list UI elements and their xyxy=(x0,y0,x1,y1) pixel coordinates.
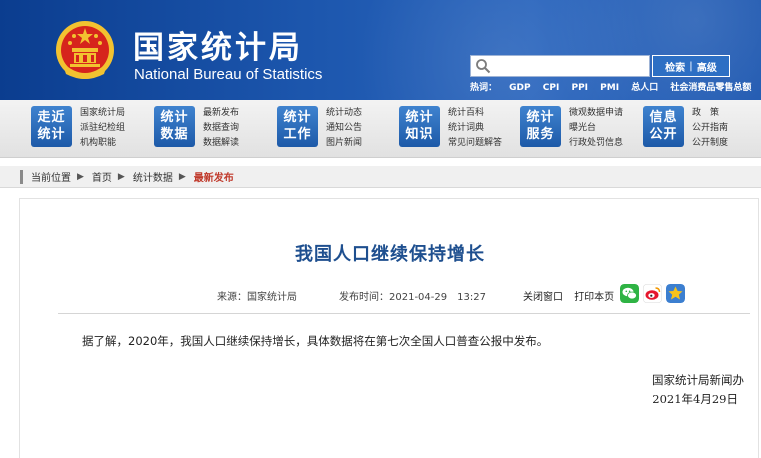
nav-link[interactable]: 图片新闻 xyxy=(326,136,362,151)
print-page-button[interactable]: 打印本页 xyxy=(574,292,614,303)
nav-link[interactable]: 统计百科 xyxy=(448,106,502,121)
article-time: 发布时间：2021-04-29 13:27 xyxy=(339,288,486,303)
nav-tile-line: 服务 xyxy=(526,127,555,142)
main-nav: 走近 统计 国家统计局 派驻纪检组 机构职能 统计 数据 最新发布 数据查询 数… xyxy=(0,100,761,158)
source-value: 国家统计局 xyxy=(247,292,297,303)
nav-link[interactable]: 统计词典 xyxy=(448,121,502,136)
site-header: 国家统计局 National Bureau of Statistics 检索 |… xyxy=(0,0,761,100)
nav-links: 统计动态 通知公告 图片新闻 xyxy=(326,106,362,151)
breadcrumb-current[interactable]: 最新发布 xyxy=(194,169,234,184)
breadcrumb-label: 当前位置 xyxy=(31,173,71,184)
search-button[interactable]: 检索 xyxy=(665,59,685,74)
nav-tile-disclosure[interactable]: 信息 公开 xyxy=(643,106,684,147)
nav-links: 统计百科 统计词典 常见问题解答 xyxy=(448,106,502,151)
hot-words: 热词： GDP CPI PPI PMI 总人口 社会消费品零售总额 xyxy=(470,80,760,93)
wechat-icon[interactable] xyxy=(620,284,639,303)
nav-tile-line: 统计 xyxy=(37,127,66,142)
nav-link[interactable]: 派驻纪检组 xyxy=(80,121,125,136)
hot-link-population[interactable]: 总人口 xyxy=(631,83,658,93)
favorite-icon[interactable] xyxy=(666,284,685,303)
nav-tile-service[interactable]: 统计 服务 xyxy=(520,106,561,147)
nav-link[interactable]: 曝光台 xyxy=(569,121,623,136)
search-separator: | xyxy=(689,60,693,72)
chevron-right-icon: ▶ xyxy=(178,171,186,182)
nav-link[interactable]: 通知公告 xyxy=(326,121,362,136)
nav-link[interactable]: 微观数据申请 xyxy=(569,106,623,121)
hot-link-pmi[interactable]: PMI xyxy=(600,83,619,93)
nav-tile-work[interactable]: 统计 工作 xyxy=(277,106,318,147)
nav-tile-line: 统计 xyxy=(405,110,434,125)
nav-link[interactable]: 数据查询 xyxy=(203,121,239,136)
nav-link[interactable]: 政 策 xyxy=(692,106,728,121)
search-button-group: 检索 | 高级 xyxy=(652,55,730,77)
nav-tile-line: 公开 xyxy=(649,127,678,142)
article-source: 来源：国家统计局 xyxy=(217,288,297,303)
article-title: 我国人口继续保持增长 xyxy=(295,244,485,265)
site-title-en[interactable]: National Bureau of Statistics xyxy=(134,66,322,83)
nav-link[interactable]: 常见问题解答 xyxy=(448,136,502,151)
nav-link[interactable]: 数据解读 xyxy=(203,136,239,151)
article-signature: 国家统计局新闻办 xyxy=(652,373,744,387)
breadcrumb-stats-data[interactable]: 统计数据 xyxy=(133,169,173,184)
nav-tile-line: 工作 xyxy=(283,127,312,142)
advanced-search-button[interactable]: 高级 xyxy=(697,59,717,74)
article-divider xyxy=(58,313,750,314)
breadcrumb-marker xyxy=(20,169,23,184)
article-panel: 我国人口继续保持增长 来源：国家统计局 发布时间：2021-04-29 13:2… xyxy=(19,198,759,458)
article-body: 据了解，2020年，我国人口继续保持增长，具体数据将在第七次全国人口普查公报中发… xyxy=(82,334,549,348)
search-box[interactable] xyxy=(470,55,650,77)
article-date: 2021年4月29日 xyxy=(652,392,738,406)
chevron-right-icon: ▶ xyxy=(117,171,125,182)
weibo-icon[interactable] xyxy=(643,284,662,303)
nav-link[interactable]: 最新发布 xyxy=(203,106,239,121)
time-label: 发布时间： xyxy=(339,292,389,303)
site-title-cn[interactable]: 国家统计局 xyxy=(133,22,303,67)
nav-link[interactable]: 国家统计局 xyxy=(80,106,125,121)
emblem-icon[interactable] xyxy=(54,18,116,82)
nav-links: 国家统计局 派驻纪检组 机构职能 xyxy=(80,106,125,151)
nav-tile-about[interactable]: 走近 统计 xyxy=(31,106,72,147)
nav-tile-line: 统计 xyxy=(160,110,189,125)
hot-words-label: 热词： xyxy=(470,83,498,93)
chevron-right-icon: ▶ xyxy=(77,171,84,182)
nav-tile-line: 信息 xyxy=(649,110,678,125)
hot-link-retail[interactable]: 社会消费品零售总额 xyxy=(670,83,751,93)
nav-tile-line: 统计 xyxy=(283,110,312,125)
source-label: 来源： xyxy=(217,292,247,303)
nav-tile-line: 数据 xyxy=(160,127,189,142)
nav-tile-line: 走近 xyxy=(37,110,66,125)
breadcrumb: 当前位置 ▶ 首页 ▶ 统计数据 ▶ 最新发布 xyxy=(0,166,761,188)
article-actions: 关闭窗口 打印本页 xyxy=(523,288,622,303)
breadcrumb-home[interactable]: 首页 xyxy=(92,169,112,184)
hot-link-ppi[interactable]: PPI xyxy=(571,83,588,93)
nav-links: 最新发布 数据查询 数据解读 xyxy=(203,106,239,151)
nav-tile-line: 统计 xyxy=(526,110,555,125)
close-window-button[interactable]: 关闭窗口 xyxy=(523,292,563,303)
nav-link[interactable]: 行政处罚信息 xyxy=(569,136,623,151)
nav-tile-knowledge[interactable]: 统计 知识 xyxy=(399,106,440,147)
search-icon xyxy=(476,59,491,74)
hot-link-gdp[interactable]: GDP xyxy=(509,83,530,93)
time-value: 2021-04-29 13:27 xyxy=(389,292,486,303)
search-input[interactable] xyxy=(493,57,648,75)
nav-link[interactable]: 机构职能 xyxy=(80,136,125,151)
nav-tile-data[interactable]: 统计 数据 xyxy=(154,106,195,147)
nav-link[interactable]: 公开制度 xyxy=(692,136,728,151)
nav-link[interactable]: 统计动态 xyxy=(326,106,362,121)
nav-links: 微观数据申请 曝光台 行政处罚信息 xyxy=(569,106,623,151)
nav-link[interactable]: 公开指南 xyxy=(692,121,728,136)
nav-tile-line: 知识 xyxy=(405,127,434,142)
nav-links: 政 策 公开指南 公开制度 xyxy=(692,106,728,151)
hot-link-cpi[interactable]: CPI xyxy=(543,83,560,93)
